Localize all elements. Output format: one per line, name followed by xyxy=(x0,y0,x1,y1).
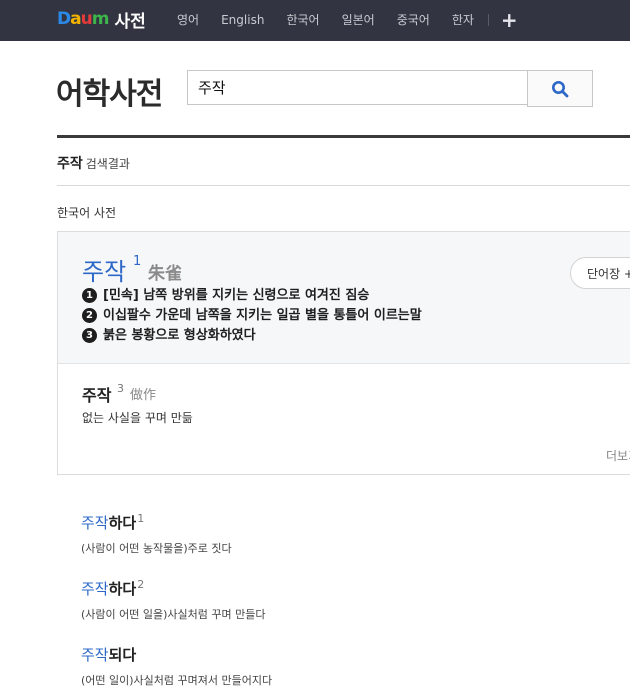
result-label: 검색결과 xyxy=(85,157,130,171)
nav-item-english[interactable]: English xyxy=(221,13,264,27)
nav-item-hanja[interactable]: 한자 xyxy=(452,11,474,28)
secondary-entry-definition: 없는 사실을 꾸며 만듦 xyxy=(82,411,193,425)
related-entry: 주작되다 (어떤 일이)사실처럼 꾸며져서 만들어지다 xyxy=(81,644,272,688)
entry-word-link[interactable]: 주작 xyxy=(82,252,126,287)
add-to-wordbook-button[interactable]: 단어장 + xyxy=(570,257,630,289)
top-nav-bar: Daum 사전 영어 English 한국어 일본어 중국어 한자 + xyxy=(0,0,630,41)
nav-item-japanese[interactable]: 일본어 xyxy=(342,11,375,28)
primary-entry: 주작 1 朱雀 단어장 + 1 [민속] 남쪽 방위를 지키는 신령으로 여겨진 … xyxy=(58,232,630,364)
definition-item: 2 이십팔수 가운데 남쪽을 지키는 일곱 별을 통틀어 이르는말 xyxy=(82,306,422,326)
result-summary: 주작 검색결과 xyxy=(57,153,130,173)
search-result-card: 주작 1 朱雀 단어장 + 1 [민속] 남쪽 방위를 지키는 신령으로 여겨진 … xyxy=(57,231,630,475)
search-input[interactable] xyxy=(187,70,527,105)
entry-homonym-number: 1 xyxy=(133,254,142,269)
related-entry-word-link[interactable]: 주작하다2 xyxy=(81,578,266,599)
related-entry-highlight: 주작 xyxy=(81,580,109,598)
section-title-korean-dictionary: 한국어 사전 xyxy=(57,206,117,220)
related-entry-definition: (어떤 일이)사실처럼 꾸며져서 만들어지다 xyxy=(81,674,273,687)
related-entry-highlight: 주작 xyxy=(81,514,109,532)
related-entry: 주작하다1 (사람이 어떤 농작물을)주로 짓다 xyxy=(81,512,232,556)
definition-text: [민속] 남쪽 방위를 지키는 신령으로 여겨진 짐승 xyxy=(103,288,370,303)
nav-item-chinese[interactable]: 중국어 xyxy=(397,11,430,28)
related-entry-highlight: 주작 xyxy=(81,646,109,664)
related-entry-homonym-number: 1 xyxy=(137,512,145,525)
related-entry-suffix: 하다 xyxy=(108,580,137,598)
definition-item: 1 [민속] 남쪽 방위를 지키는 신령으로 여겨진 짐승 xyxy=(82,286,422,306)
definition-text: 붉은 봉황으로 형상화하였다 xyxy=(103,328,256,343)
related-entry-suffix: 하다 xyxy=(108,514,137,532)
entry-hanja: 朱雀 xyxy=(148,264,182,284)
related-entry-definition: (사람이 어떤 농작물을)주로 짓다 xyxy=(81,542,232,555)
secondary-entry-hanja: 做作 xyxy=(130,388,157,403)
related-entry: 주작하다2 (사람이 어떤 일을)사실처럼 꾸며 만들다 xyxy=(81,578,266,622)
dictionary-logo-text: 사전 xyxy=(114,11,146,32)
header-divider xyxy=(57,135,630,138)
page-title: 어학사전 xyxy=(56,77,163,112)
search-icon xyxy=(552,80,569,97)
definition-text: 이십팔수 가운데 남쪽을 지키는 일곱 별을 통틀어 이르는말 xyxy=(103,308,422,323)
search-button[interactable] xyxy=(527,70,593,107)
nav-item-english-ko[interactable]: 영어 xyxy=(177,11,199,28)
related-entry-homonym-number: 2 xyxy=(137,578,145,591)
secondary-entry-homonym-number: 3 xyxy=(117,382,124,395)
result-divider xyxy=(57,185,630,186)
definition-item: 3 붉은 봉황으로 형상화하였다 xyxy=(82,326,422,346)
nav-divider xyxy=(487,13,489,26)
daum-logo-mark: Daum xyxy=(57,9,109,29)
definition-number: 2 xyxy=(82,308,97,323)
related-entry-definition: (사람이 어떤 일을)사실처럼 꾸며 만들다 xyxy=(81,608,266,621)
secondary-entry-word-link[interactable]: 주작 xyxy=(82,382,111,406)
more-results-link[interactable]: 더보기 xyxy=(606,447,630,464)
definition-list: 1 [민속] 남쪽 방위를 지키는 신령으로 여겨진 짐승 2 이십팔수 가운데 남… xyxy=(82,286,422,346)
result-query: 주작 xyxy=(57,156,83,172)
add-dictionary-plus-icon[interactable]: + xyxy=(501,10,518,30)
related-entry-word-link[interactable]: 주작되다 xyxy=(81,644,272,665)
daum-logo[interactable]: Daum 사전 xyxy=(57,8,146,32)
related-entry-word-link[interactable]: 주작하다1 xyxy=(81,512,232,533)
definition-number: 3 xyxy=(82,328,97,343)
language-nav: 영어 English 한국어 일본어 중국어 한자 + xyxy=(177,10,518,30)
related-entry-suffix: 되다 xyxy=(108,646,137,664)
definition-number: 1 xyxy=(82,288,97,303)
nav-item-korean[interactable]: 한국어 xyxy=(286,11,319,28)
